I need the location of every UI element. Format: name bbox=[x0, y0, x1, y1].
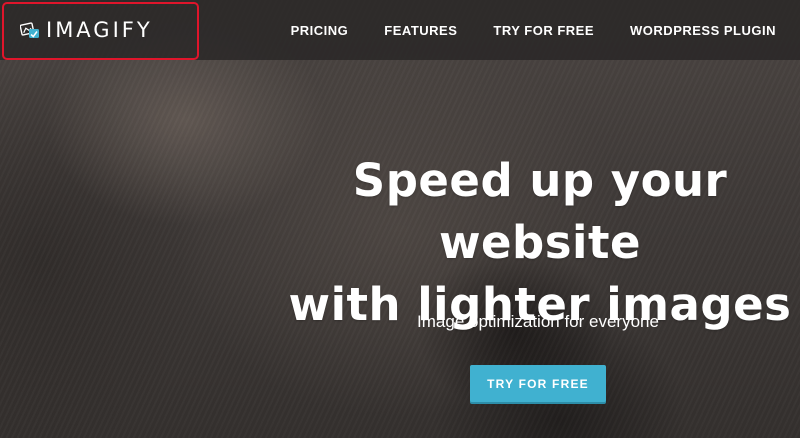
page: IMAGIFY PRICING FEATURES TRY FOR FREE WO… bbox=[0, 0, 800, 438]
nav-try-for-free[interactable]: TRY FOR FREE bbox=[493, 23, 594, 38]
photo-icon bbox=[19, 21, 40, 39]
logo-text: IMAGIFY bbox=[46, 18, 153, 42]
nav-wordpress-plugin[interactable]: WORDPRESS PLUGIN bbox=[630, 23, 776, 38]
hero-title-line-1: Speed up your website bbox=[352, 154, 728, 269]
logo-link[interactable]: IMAGIFY bbox=[19, 18, 153, 42]
nav-pricing[interactable]: PRICING bbox=[291, 23, 349, 38]
hero-subtitle: Image optimization for everyone bbox=[417, 312, 659, 331]
nav-features[interactable]: FEATURES bbox=[384, 23, 457, 38]
main-nav: PRICING FEATURES TRY FOR FREE WORDPRESS … bbox=[291, 0, 800, 60]
hero-title: Speed up your website with lighter image… bbox=[270, 150, 800, 336]
site-header: IMAGIFY PRICING FEATURES TRY FOR FREE WO… bbox=[0, 0, 800, 60]
try-for-free-button[interactable]: TRY FOR FREE bbox=[470, 365, 606, 402]
